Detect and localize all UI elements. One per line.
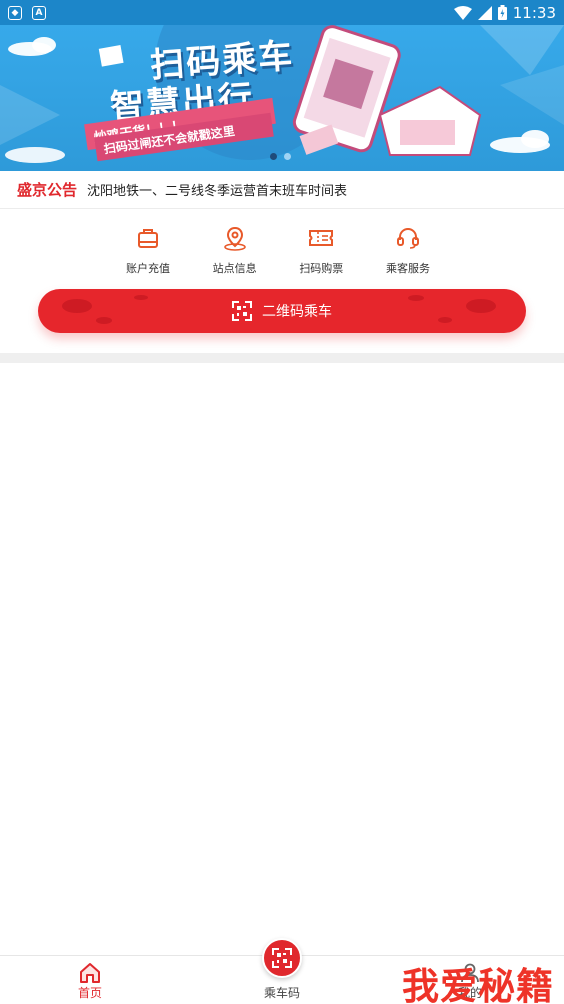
watermark-text: 我爱秘籍: [402, 965, 554, 1004]
qr-code-icon: [232, 301, 252, 321]
cellular-icon: [477, 5, 492, 20]
tab-home[interactable]: 首页: [45, 956, 135, 1004]
shield-icon: ◆: [8, 5, 22, 20]
quick-item-label: 扫码购票: [299, 262, 344, 275]
promo-banner[interactable]: 扫码乘车 智慧出行 炒鸡干货！！！ 扫码过闸还不会就戳这里: [0, 25, 564, 171]
battery-icon: [497, 5, 507, 20]
quick-item-recharge[interactable]: 账户充值: [108, 224, 188, 280]
pager-dot-1[interactable]: [270, 153, 277, 160]
status-bar: ◆ A 11:33: [0, 0, 564, 25]
qr-ride-label: 二维码乘车: [262, 304, 332, 320]
a-icon: A: [32, 5, 46, 20]
pager-dot-2[interactable]: [284, 153, 291, 160]
wallet-icon: [134, 224, 162, 252]
quick-item-label: 乘客服务: [385, 262, 430, 275]
quick-item-label: 账户充值: [126, 262, 170, 275]
quick-item-stations[interactable]: 站点信息: [195, 224, 275, 280]
status-time: 11:33: [512, 3, 556, 22]
tab-home-label: 首页: [77, 986, 102, 1000]
announcement-bar[interactable]: 盛京公告 沈阳地铁一、二号线冬季运营首末班车时间表: [0, 171, 564, 209]
tab-ride-code[interactable]: 乘车码: [237, 956, 327, 1004]
announcement-tag: 盛京公告: [17, 181, 78, 199]
location-pin-icon: [221, 224, 249, 252]
quick-item-service[interactable]: 乘客服务: [368, 224, 448, 280]
quick-item-label: 站点信息: [212, 262, 257, 275]
home-icon: [80, 963, 100, 983]
qr-ride-button[interactable]: 二维码乘车: [38, 289, 526, 333]
headset-icon: [394, 224, 422, 252]
quick-menu: 账户充值 站点信息 扫码购票 乘客服务: [108, 224, 448, 280]
quick-item-buy-ticket[interactable]: 扫码购票: [281, 224, 361, 280]
wifi-icon: [453, 5, 472, 20]
tab-ride-code-label: 乘车码: [263, 986, 300, 1000]
section-divider: [0, 353, 564, 363]
announcement-text[interactable]: 沈阳地铁一、二号线冬季运营首末班车时间表: [87, 180, 347, 199]
ticket-icon: [307, 224, 335, 252]
banner-pager[interactable]: [270, 153, 291, 160]
